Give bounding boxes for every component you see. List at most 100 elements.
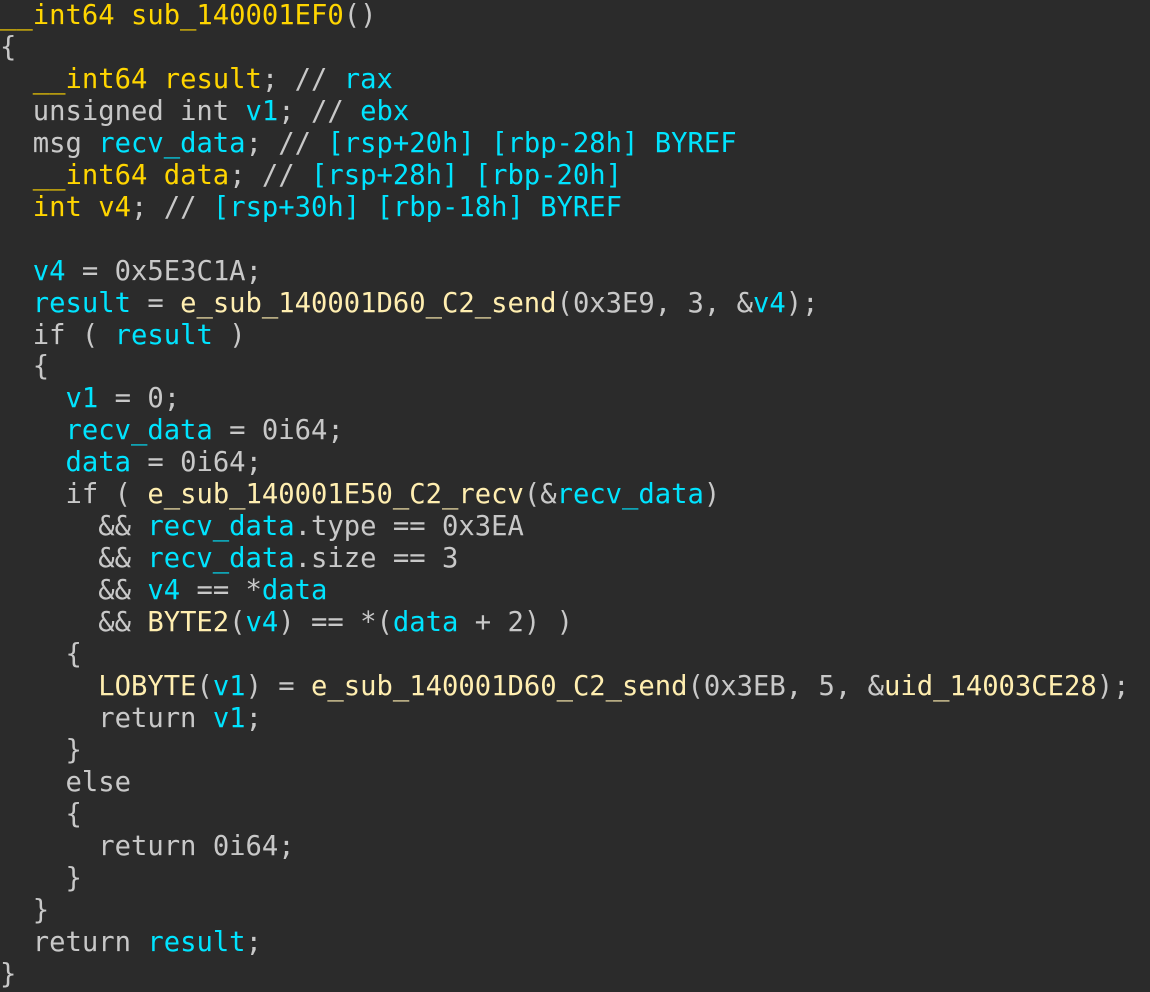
punctuation-token: &&	[0, 607, 148, 639]
punctuation-token: ; //	[278, 95, 361, 127]
variable-token[interactable]: v4	[33, 256, 66, 287]
code-line[interactable]: {	[0, 32, 16, 64]
variable-token[interactable]: data	[262, 575, 327, 606]
variable-token[interactable]: v4	[753, 288, 786, 319]
code-line[interactable]: return v1;	[0, 703, 262, 735]
variable-token[interactable]: data	[393, 607, 458, 638]
variable-token[interactable]: v1	[246, 96, 279, 127]
variable-token[interactable]: v1	[213, 703, 246, 734]
variable-token[interactable]: recv_data	[98, 128, 245, 159]
variable-token[interactable]: v4	[246, 607, 279, 638]
punctuation-token: ;	[327, 415, 344, 447]
code-line[interactable]: return result;	[0, 927, 262, 959]
code-line[interactable]: }	[0, 959, 16, 991]
variable-token[interactable]: recv_data	[147, 543, 294, 574]
variable-token[interactable]: result	[33, 288, 131, 319]
code-line[interactable]: return 0i64;	[0, 831, 294, 863]
function-token[interactable]: e_sub_140001D60_C2_send	[311, 671, 687, 702]
punctuation-token: }	[0, 862, 82, 894]
function-token[interactable]: LOBYTE	[98, 671, 196, 702]
punctuation-token: ,	[785, 670, 819, 702]
punctuation-token: ) =	[245, 670, 312, 702]
number-token: 0x3E9	[572, 287, 655, 319]
punctuation-token: =	[65, 255, 115, 287]
code-line[interactable]: else	[0, 767, 130, 799]
identifier-token[interactable]: result	[164, 64, 262, 95]
function-token[interactable]: e_sub_140001E50_C2_recv	[147, 479, 523, 510]
code-line[interactable]: result = e_sub_140001D60_C2_send(0x3E9 , …	[0, 288, 819, 320]
punctuation-token: &&	[0, 575, 148, 607]
code-line[interactable]: && BYTE2(v4) == *(data + 2) )	[0, 607, 573, 639]
code-line[interactable]: }	[0, 735, 81, 767]
code-line[interactable]: __int64 sub_140001EF0()	[0, 0, 377, 32]
comment-token: rax	[343, 63, 393, 95]
punctuation-token: =	[98, 383, 148, 415]
variable-token[interactable]: result	[147, 927, 245, 958]
variable-token[interactable]: result	[115, 320, 213, 351]
type-token: int	[32, 191, 99, 223]
punctuation-token: ;	[245, 255, 262, 287]
variable-token[interactable]: v4	[147, 575, 180, 606]
punctuation-token: == *	[180, 575, 262, 607]
identifier-token[interactable]: data	[164, 160, 229, 191]
code-line[interactable]: __int64 data; // [rsp+28h] [rbp-20h]	[0, 160, 622, 192]
function-token[interactable]: e_sub_140001D60_C2_send	[180, 288, 556, 319]
type-token: __int64	[32, 159, 164, 191]
keyword-token: unsigned int	[32, 95, 246, 127]
code-line[interactable]: data = 0i64;	[0, 447, 262, 479]
variable-token[interactable]: recv_data	[557, 479, 704, 510]
punctuation-token: ;	[245, 926, 262, 958]
identifier-token[interactable]: sub_140001EF0	[131, 0, 344, 31]
comment-token: [rsp+28h] [rbp-20h]	[311, 159, 623, 191]
code-line[interactable]: msg recv_data; // [rsp+20h] [rbp-28h] BY…	[0, 128, 737, 160]
code-line[interactable]: unsigned int v1; // ebx	[0, 95, 410, 128]
number-token: 0	[147, 383, 164, 415]
number-token: 0i64	[261, 415, 328, 447]
decompiler-code-view[interactable]: __int64 sub_140001EF0(){ __int64 result;…	[0, 0, 1150, 992]
punctuation-token: =	[212, 415, 262, 447]
code-line[interactable]: v1 = 0;	[0, 383, 180, 415]
number-token: 3	[687, 287, 704, 319]
code-line[interactable]: {	[0, 351, 49, 383]
punctuation-token: ) == *(	[278, 607, 393, 639]
code-line[interactable]: int v4; // [rsp+30h] [rbp-18h] BYREF	[0, 192, 622, 224]
punctuation-token: =	[130, 287, 181, 319]
punctuation-token: =	[130, 447, 181, 479]
punctuation-token: ;	[245, 447, 262, 479]
symbol-token[interactable]: uid_14003CE28	[884, 671, 1097, 702]
code-line[interactable]: && v4 == *data	[0, 575, 327, 607]
code-line[interactable]: v4 = 0x5E3C1A;	[0, 256, 262, 288]
code-line[interactable]: && recv_data.size == 3	[0, 543, 458, 575]
code-line[interactable]: __int64 result; // rax	[0, 64, 393, 96]
code-line[interactable]: {	[0, 799, 81, 831]
code-line[interactable]: if ( e_sub_140001E50_C2_recv(&recv_data)	[0, 479, 720, 511]
identifier-token[interactable]: v4	[98, 192, 131, 223]
code-line[interactable]: }	[0, 862, 82, 895]
code-line[interactable]: {	[0, 639, 81, 671]
punctuation-token: (	[229, 607, 246, 639]
number-token: 5	[818, 670, 835, 702]
code-line[interactable]: if ( result )	[0, 320, 246, 352]
punctuation-token: (	[65, 319, 115, 351]
code-line[interactable]: }	[0, 895, 49, 927]
function-token[interactable]: BYTE2	[147, 607, 229, 638]
code-line[interactable]: LOBYTE(v1) = e_sub_140001D60_C2_send(0x3…	[0, 670, 1129, 703]
variable-token[interactable]: data	[65, 447, 130, 478]
code-line[interactable]: && recv_data.type == 0x3EA	[0, 511, 524, 543]
variable-token[interactable]: v1	[65, 383, 98, 414]
punctuation-token: {	[0, 351, 50, 383]
variable-token[interactable]: recv_data	[147, 511, 294, 542]
punctuation-token: ,	[654, 287, 688, 319]
punctuation-token: , &	[834, 670, 884, 702]
code-line[interactable]: recv_data = 0i64;	[0, 415, 344, 447]
variable-token[interactable]: v1	[213, 671, 246, 702]
punctuation-token: (	[196, 670, 213, 702]
punctuation-token: ==	[376, 511, 442, 543]
variable-token[interactable]: recv_data	[65, 415, 212, 446]
